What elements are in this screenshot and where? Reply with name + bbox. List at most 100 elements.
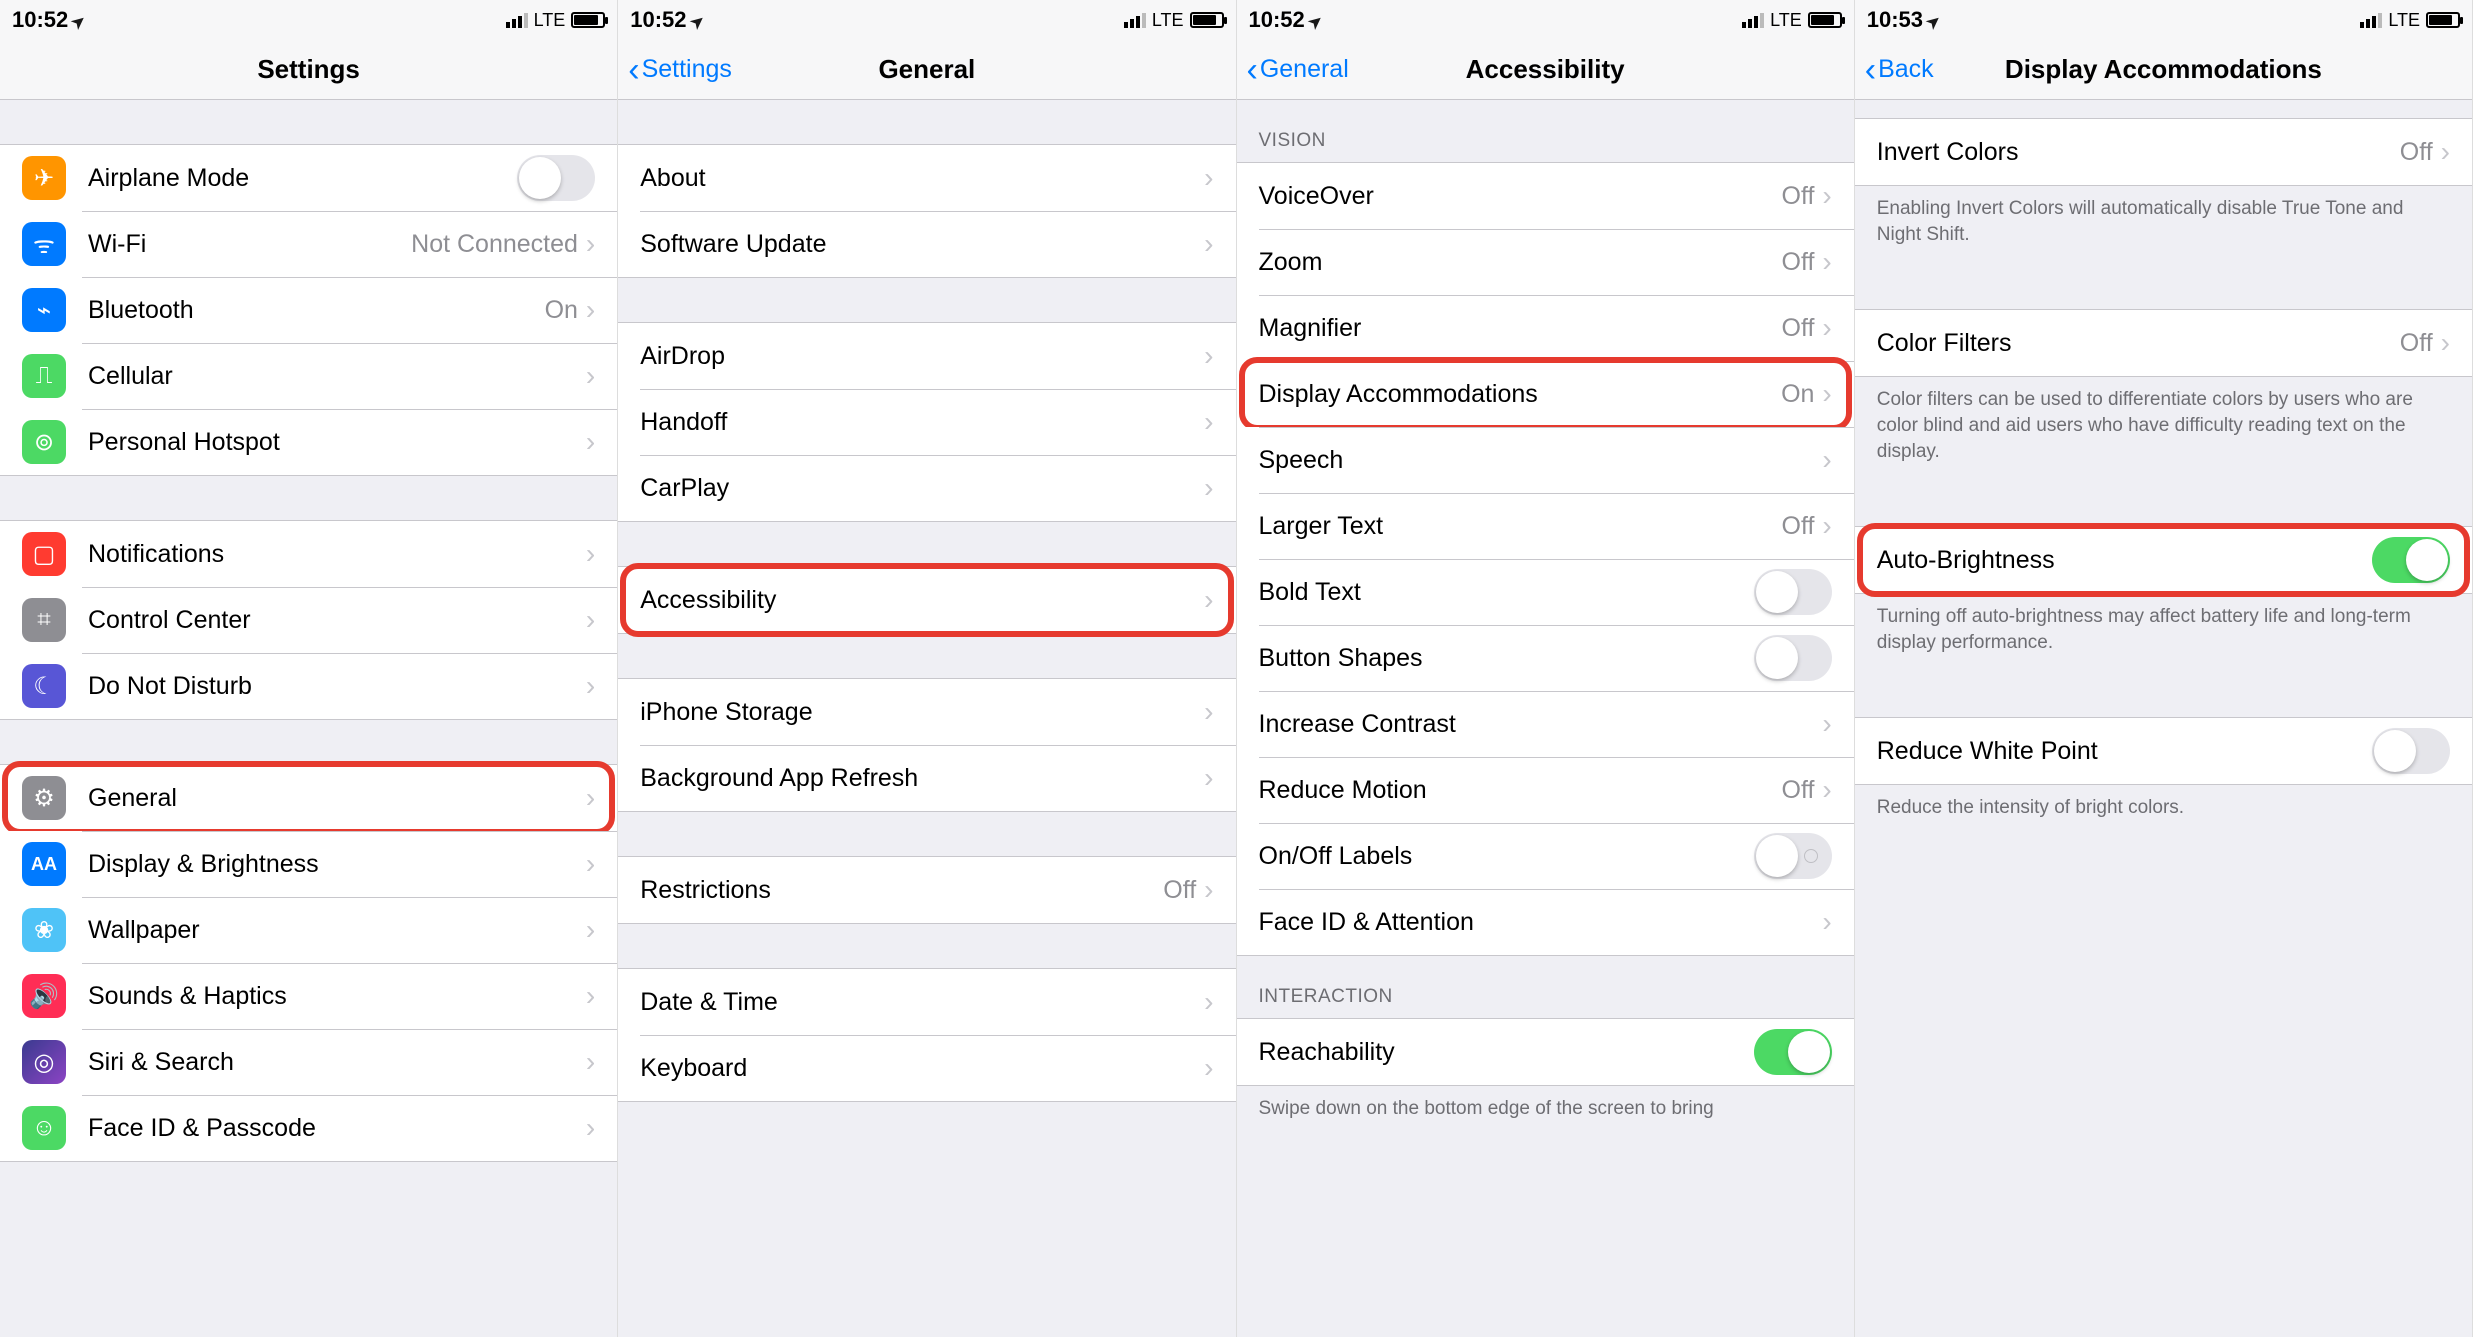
- airplane-icon: ✈: [22, 156, 66, 200]
- row-larger-text[interactable]: Larger TextOff›: [1237, 493, 1854, 559]
- section-header: VISION: [1237, 100, 1854, 162]
- row-accessibility[interactable]: Accessibility›: [618, 567, 1235, 633]
- row-display-accommodations[interactable]: Display AccommodationsOn›: [1237, 361, 1854, 427]
- row-magnifier[interactable]: MagnifierOff›: [1237, 295, 1854, 361]
- row-face-id-attention[interactable]: Face ID & Attention›: [1237, 889, 1854, 955]
- chevron-right-icon: ›: [1204, 584, 1213, 616]
- toggle-switch[interactable]: [2372, 537, 2450, 583]
- toggle-switch[interactable]: [1754, 833, 1832, 879]
- nav-back-button[interactable]: ‹Back: [1865, 53, 1934, 87]
- sounds-icon: 🔊: [22, 974, 66, 1018]
- row-about[interactable]: About›: [618, 145, 1235, 211]
- row-display-brightness[interactable]: AADisplay & Brightness›: [0, 831, 617, 897]
- row-personal-hotspot[interactable]: ⊚Personal Hotspot›: [0, 409, 617, 475]
- chevron-right-icon: ›: [1204, 1052, 1213, 1084]
- row-handoff[interactable]: Handoff›: [618, 389, 1235, 455]
- row-bluetooth[interactable]: ⌁BluetoothOn›: [0, 277, 617, 343]
- row-label: Reduce White Point: [1877, 737, 2372, 766]
- row-notifications[interactable]: ▢Notifications›: [0, 521, 617, 587]
- nav-back-button[interactable]: ‹General: [1247, 53, 1349, 87]
- row-label: Personal Hotspot: [88, 428, 586, 457]
- row-keyboard[interactable]: Keyboard›: [618, 1035, 1235, 1101]
- row-label: Reduce Motion: [1259, 776, 1782, 805]
- row-sounds-haptics[interactable]: 🔊Sounds & Haptics›: [0, 963, 617, 1029]
- row-speech[interactable]: Speech›: [1237, 427, 1854, 493]
- row-label: Larger Text: [1259, 512, 1782, 541]
- toggle-switch[interactable]: [1754, 635, 1832, 681]
- row-voiceover[interactable]: VoiceOverOff›: [1237, 163, 1854, 229]
- row-airdrop[interactable]: AirDrop›: [618, 323, 1235, 389]
- chevron-right-icon: ›: [586, 426, 595, 458]
- toggle-switch[interactable]: [2372, 728, 2450, 774]
- row-airplane-mode[interactable]: ✈Airplane Mode: [0, 145, 617, 211]
- row-reachability[interactable]: Reachability: [1237, 1019, 1854, 1085]
- row-zoom[interactable]: ZoomOff›: [1237, 229, 1854, 295]
- row-auto-brightness[interactable]: Auto-Brightness: [1855, 527, 2472, 593]
- row-iphone-storage[interactable]: iPhone Storage›: [618, 679, 1235, 745]
- row-increase-contrast[interactable]: Increase Contrast›: [1237, 691, 1854, 757]
- row-detail: Off: [1782, 182, 1815, 211]
- row-background-app-refresh[interactable]: Background App Refresh›: [618, 745, 1235, 811]
- row-label: On/Off Labels: [1259, 842, 1754, 871]
- section-footer: Enabling Invert Colors will automaticall…: [1855, 186, 2472, 265]
- row-label: Control Center: [88, 606, 586, 635]
- row-detail: Off: [2400, 138, 2433, 167]
- chevron-right-icon: ›: [586, 782, 595, 814]
- status-bar: 10:52LTE: [1237, 0, 1854, 40]
- network-label: LTE: [2388, 10, 2420, 31]
- row-label: General: [88, 784, 586, 813]
- chevron-right-icon: ›: [1822, 180, 1831, 212]
- row-label: Bluetooth: [88, 296, 545, 325]
- row-on-off-labels[interactable]: On/Off Labels: [1237, 823, 1854, 889]
- row-siri-search[interactable]: ◎Siri & Search›: [0, 1029, 617, 1095]
- nav-back-label: Settings: [642, 55, 732, 84]
- section-footer: Reduce the intensity of bright colors.: [1855, 785, 2472, 839]
- row-control-center[interactable]: ⌗Control Center›: [0, 587, 617, 653]
- siri-icon: ◎: [22, 1040, 66, 1084]
- cellular-icon: ⎍: [22, 354, 66, 398]
- row-software-update[interactable]: Software Update›: [618, 211, 1235, 277]
- nav-back-button[interactable]: ‹Settings: [628, 53, 732, 87]
- toggle-switch[interactable]: [1754, 569, 1832, 615]
- row-cellular[interactable]: ⎍Cellular›: [0, 343, 617, 409]
- row-label: Display & Brightness: [88, 850, 586, 879]
- row-wi-fi[interactable]: ᯤWi-FiNot Connected›: [0, 211, 617, 277]
- row-restrictions[interactable]: RestrictionsOff›: [618, 857, 1235, 923]
- row-reduce-white-point[interactable]: Reduce White Point: [1855, 718, 2472, 784]
- toggle-switch[interactable]: [517, 155, 595, 201]
- row-label: Handoff: [640, 408, 1204, 437]
- row-label: Background App Refresh: [640, 764, 1204, 793]
- chevron-right-icon: ›: [1204, 696, 1213, 728]
- row-general[interactable]: ⚙ General›: [0, 765, 617, 831]
- row-date-time[interactable]: Date & Time›: [618, 969, 1235, 1035]
- row-invert-colors[interactable]: Invert ColorsOff›: [1855, 119, 2472, 185]
- row-button-shapes[interactable]: Button Shapes: [1237, 625, 1854, 691]
- row-detail: Off: [1782, 314, 1815, 343]
- signal-icon: [506, 13, 528, 28]
- row-wallpaper[interactable]: ❀Wallpaper›: [0, 897, 617, 963]
- chevron-left-icon: ‹: [1865, 53, 1876, 87]
- chevron-right-icon: ›: [1204, 874, 1213, 906]
- chevron-right-icon: ›: [586, 1112, 595, 1144]
- faceid-icon: ☺: [22, 1106, 66, 1150]
- chevron-right-icon: ›: [1822, 444, 1831, 476]
- toggle-switch[interactable]: [1754, 1029, 1832, 1075]
- signal-icon: [2360, 13, 2382, 28]
- row-label: Reachability: [1259, 1038, 1754, 1067]
- row-label: Software Update: [640, 230, 1204, 259]
- chevron-right-icon: ›: [1822, 708, 1831, 740]
- chevron-right-icon: ›: [1822, 774, 1831, 806]
- row-reduce-motion[interactable]: Reduce MotionOff›: [1237, 757, 1854, 823]
- signal-icon: [1742, 13, 1764, 28]
- row-face-id-passcode[interactable]: ☺Face ID & Passcode›: [0, 1095, 617, 1161]
- status-bar: 10:52LTE: [0, 0, 617, 40]
- row-label: Accessibility: [640, 586, 1204, 615]
- row-detail: On: [1781, 380, 1814, 409]
- general-icon: ⚙: [22, 776, 66, 820]
- nav-bar: ‹SettingsGeneral: [618, 40, 1235, 100]
- battery-icon: [571, 12, 605, 28]
- row-do-not-disturb[interactable]: ☾Do Not Disturb›: [0, 653, 617, 719]
- row-carplay[interactable]: CarPlay›: [618, 455, 1235, 521]
- row-color-filters[interactable]: Color FiltersOff›: [1855, 310, 2472, 376]
- row-bold-text[interactable]: Bold Text: [1237, 559, 1854, 625]
